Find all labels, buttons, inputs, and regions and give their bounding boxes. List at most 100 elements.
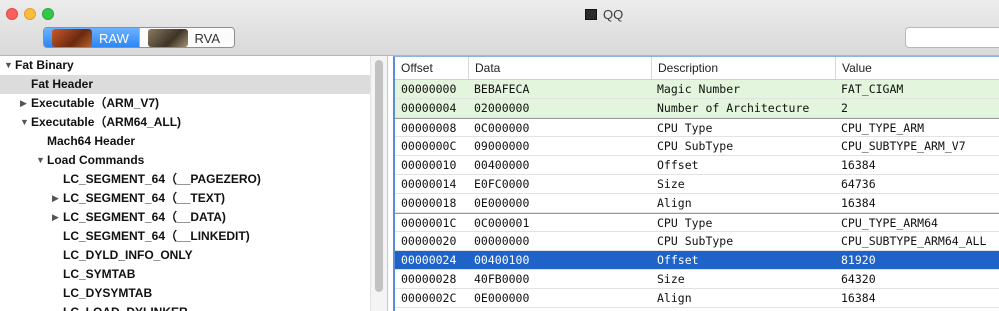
- tree-item[interactable]: LC_SYMTAB: [0, 265, 370, 284]
- cell-value: 16384: [841, 196, 876, 210]
- cell-data: E0FC0000: [474, 177, 530, 191]
- cell-offset: 0000002C: [401, 291, 457, 305]
- tree-item-label: Executable（ARM_V7): [31, 96, 160, 110]
- tree-item[interactable]: ▼ Fat Binary: [0, 56, 370, 75]
- disclosure-expanded-icon[interactable]: ▼: [36, 151, 45, 170]
- table-row[interactable]: 0000002C 0E000000 Align 16384: [395, 289, 999, 308]
- cell-value: CPU_TYPE_ARM64: [841, 216, 938, 230]
- cell-description: Offset: [657, 158, 699, 172]
- tree-scrollbar[interactable]: [370, 56, 387, 311]
- tree-item-label: LC_LOAD_DYLINKER: [63, 303, 188, 311]
- table-row[interactable]: 00000010 00400000 Offset 16384: [395, 156, 999, 175]
- cell-data: 00000000: [474, 234, 530, 248]
- cell-value: CPU_SUBTYPE_ARM64_ALL: [841, 234, 987, 248]
- cell-offset: 00000004: [401, 101, 457, 115]
- tree-item[interactable]: ▼ Load Commands: [0, 151, 370, 170]
- tree-item-label: Load Commands: [47, 153, 145, 167]
- tree-item[interactable]: LC_DYSYMTAB: [0, 284, 370, 303]
- window-title: QQ: [585, 5, 623, 23]
- cell-value: CPU_SUBTYPE_ARM_V7: [841, 139, 966, 153]
- cell-offset: 00000028: [401, 272, 457, 286]
- tree-item-label: LC_SEGMENT_64（__TEXT): [63, 191, 226, 205]
- cell-description: CPU SubType: [657, 234, 734, 248]
- table-row[interactable]: 00000024 00400100 Offset 81920: [395, 251, 999, 270]
- disclosure-collapsed-icon[interactable]: ▶: [20, 94, 27, 113]
- lobster-thumbnail: [52, 29, 92, 47]
- cell-description: Offset: [657, 253, 699, 267]
- tree-item[interactable]: ▼ Executable（ARM64_ALL): [0, 113, 370, 132]
- table-row[interactable]: 0000000C 09000000 CPU SubType CPU_SUBTYPE_A…: [395, 137, 999, 156]
- column-header-offset[interactable]: Offset: [395, 57, 468, 79]
- search-input[interactable]: [905, 27, 999, 48]
- cell-description: Align: [657, 196, 692, 210]
- cell-value: 64320: [841, 272, 876, 286]
- fat-header-table: Offset Data Description Value 00000000 BE…: [393, 56, 999, 311]
- column-header-value[interactable]: Value: [835, 57, 999, 79]
- tree-item[interactable]: LC_SEGMENT_64（__PAGEZERO): [0, 170, 370, 189]
- cell-value: FAT_CIGAM: [841, 82, 904, 96]
- table-row[interactable]: 00000008 0C000000 CPU Type CPU_TYPE_ARM: [395, 118, 999, 137]
- table-row[interactable]: 00000000 BEBAFECA Magic Number FAT_CIGAM: [395, 80, 999, 99]
- cell-data: 00400000: [474, 158, 530, 172]
- cell-data: 0C000001: [474, 216, 530, 230]
- column-header-data[interactable]: Data: [468, 57, 651, 79]
- cell-offset: 00000020: [401, 234, 457, 248]
- tree-item[interactable]: ▶ LC_SEGMENT_64（__TEXT): [0, 189, 370, 208]
- tree-item[interactable]: LC_SEGMENT_64（__LINKEDIT): [0, 227, 370, 246]
- cell-data: 0E000000: [474, 291, 530, 305]
- cell-offset: 00000008: [401, 121, 457, 135]
- cell-description: Align: [657, 291, 692, 305]
- cell-description: Size: [657, 272, 685, 286]
- tree-item-label: Mach64 Header: [47, 134, 136, 148]
- structure-tree: ▼ Fat Binary Fat Header ▶ Executable（ARM_V7)…: [0, 56, 388, 311]
- cell-offset: 00000000: [401, 82, 457, 96]
- cell-value: 16384: [841, 291, 876, 305]
- cell-data: 0E000000: [474, 196, 530, 210]
- crab-thumbnail: [147, 29, 188, 47]
- cell-data: 02000000: [474, 101, 530, 115]
- cell-data: 00400100: [474, 253, 530, 267]
- cell-offset: 00000018: [401, 196, 457, 210]
- table-row[interactable]: 00000018 0E000000 Align 16384: [395, 194, 999, 213]
- rva-mode-button[interactable]: RVA: [138, 28, 234, 47]
- rva-mode-label: RVA: [194, 31, 221, 46]
- tree-scroll-thumb[interactable]: [375, 60, 383, 292]
- tree-item-label: LC_SYMTAB: [63, 267, 136, 281]
- zoom-window-button[interactable]: [42, 8, 54, 20]
- window-title-text: QQ: [603, 6, 624, 22]
- cell-description: Number of Architecture: [657, 101, 810, 115]
- cell-description: Magic Number: [657, 82, 741, 96]
- table-row[interactable]: 00000020 00000000 CPU SubType CPU_SUBTYPE_A…: [395, 232, 999, 251]
- cell-offset: 00000014: [401, 177, 457, 191]
- tree-item-label: LC_DYLD_INFO_ONLY: [63, 248, 193, 262]
- tree-item-label: LC_SEGMENT_64（__PAGEZERO): [63, 172, 261, 186]
- title-bar: QQ RAW RVA: [0, 0, 999, 56]
- tree-item-label: Fat Binary: [15, 58, 74, 72]
- tree-item[interactable]: LC_LOAD_DYLINKER: [0, 303, 370, 311]
- tree-item-label: Executable（ARM64_ALL): [31, 115, 182, 129]
- cell-data: 0C000000: [474, 121, 530, 135]
- raw-mode-button[interactable]: RAW: [44, 28, 139, 47]
- minimize-window-button[interactable]: [24, 8, 36, 20]
- disclosure-collapsed-icon[interactable]: ▶: [52, 189, 59, 208]
- disclosure-expanded-icon[interactable]: ▼: [4, 56, 13, 75]
- close-window-button[interactable]: [6, 8, 18, 20]
- column-header-description[interactable]: Description: [651, 57, 835, 79]
- table-row[interactable]: 0000001C 0C000001 CPU Type CPU_TYPE_ARM64: [395, 213, 999, 232]
- table-row[interactable]: 00000028 40FB0000 Size 64320: [395, 270, 999, 289]
- tree-item[interactable]: Fat Header: [0, 75, 370, 94]
- cell-data: 40FB0000: [474, 272, 530, 286]
- cell-value: 16384: [841, 158, 876, 172]
- table-row[interactable]: 00000004 02000000 Number of Architecture 2: [395, 99, 999, 118]
- tree-item[interactable]: ▶ Executable（ARM_V7): [0, 94, 370, 113]
- cell-offset: 0000000C: [401, 139, 457, 153]
- table-row[interactable]: 00000014 E0FC0000 Size 64736: [395, 175, 999, 194]
- document-icon: [585, 8, 597, 20]
- tree-item[interactable]: ▶ LC_SEGMENT_64（__DATA): [0, 208, 370, 227]
- tree-item[interactable]: Mach64 Header: [0, 132, 370, 151]
- tree-item[interactable]: LC_DYLD_INFO_ONLY: [0, 246, 370, 265]
- disclosure-collapsed-icon[interactable]: ▶: [52, 208, 59, 227]
- cell-description: Size: [657, 177, 685, 191]
- disclosure-expanded-icon[interactable]: ▼: [20, 113, 29, 132]
- cell-description: CPU Type: [657, 216, 713, 230]
